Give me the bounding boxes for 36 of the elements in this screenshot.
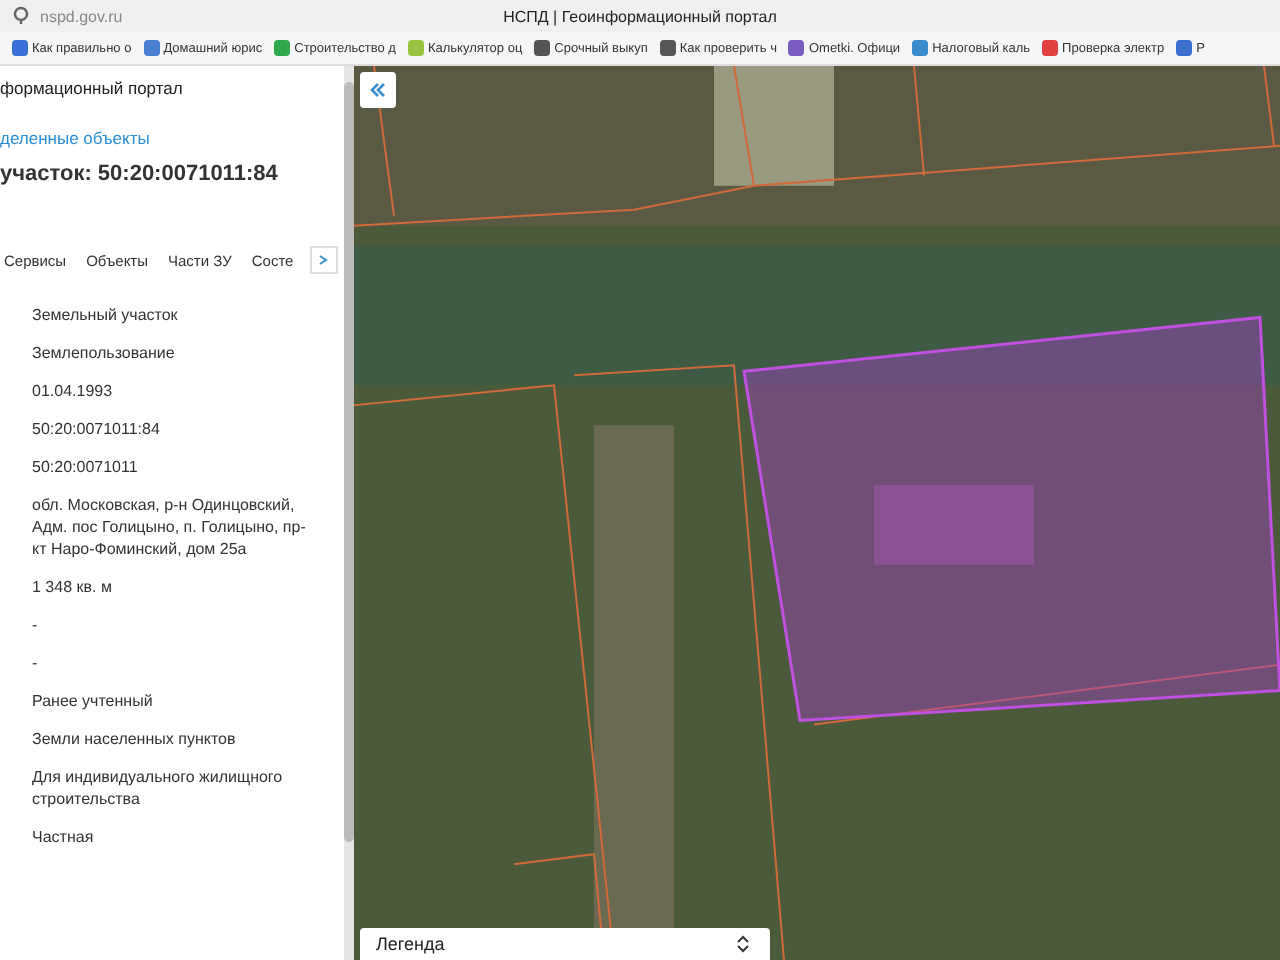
property-value: Для индивидуального жилищного строительства bbox=[32, 766, 285, 810]
legend-title: Легенда bbox=[376, 934, 445, 954]
property-value: Частная bbox=[32, 826, 96, 848]
chevron-right-icon bbox=[318, 254, 329, 266]
favicon-icon bbox=[534, 40, 551, 56]
property-value: 1 348 кв. м bbox=[32, 576, 114, 598]
property-value: 50:20:0071011 bbox=[32, 456, 140, 478]
property-value: 01.04.1993 bbox=[32, 380, 115, 402]
favicon-icon bbox=[274, 40, 291, 56]
favicon-icon bbox=[912, 40, 929, 56]
property-value: Земельный участок bbox=[32, 304, 180, 326]
scroll-tabs-button[interactable] bbox=[309, 246, 338, 274]
favicon-icon bbox=[1042, 40, 1059, 56]
selected-objects-link[interactable]: деленные объекты bbox=[0, 128, 344, 148]
property-value: Землепользование bbox=[32, 342, 177, 364]
favicon-icon bbox=[143, 40, 160, 56]
property-value: обл. Московская, р-н Одинцовский, Адм. пос Голицыно, п. Голицыно, пр-кт Наро-Фоминский, дом 25а bbox=[32, 494, 308, 560]
property-value: Земли населенных пунктов bbox=[32, 728, 238, 750]
favicon-icon bbox=[407, 40, 424, 56]
property-value: 50:20:0071011:84 bbox=[32, 418, 162, 440]
favicon-icon bbox=[788, 40, 805, 56]
scrollbar[interactable] bbox=[344, 66, 354, 960]
property-value: - bbox=[32, 614, 40, 636]
site-info-icon[interactable] bbox=[12, 6, 30, 26]
favicon-icon bbox=[659, 40, 676, 56]
page-title: НСПД | Геоинформационный портал bbox=[503, 7, 777, 25]
legend-panel[interactable]: Легенда bbox=[360, 928, 770, 960]
property-value: Ранее учтенный bbox=[32, 690, 155, 712]
property-value: - bbox=[32, 652, 40, 674]
portal-name: формационный портал bbox=[0, 78, 185, 98]
collapse-panel-button[interactable] bbox=[360, 72, 396, 108]
favicon-icon bbox=[12, 40, 28, 56]
favicon-icon bbox=[1176, 40, 1193, 56]
parcel-heading: участок: 50:20:0071011:84 bbox=[0, 162, 280, 186]
expand-icon[interactable] bbox=[736, 934, 750, 954]
double-chevron-left-icon bbox=[370, 82, 386, 98]
